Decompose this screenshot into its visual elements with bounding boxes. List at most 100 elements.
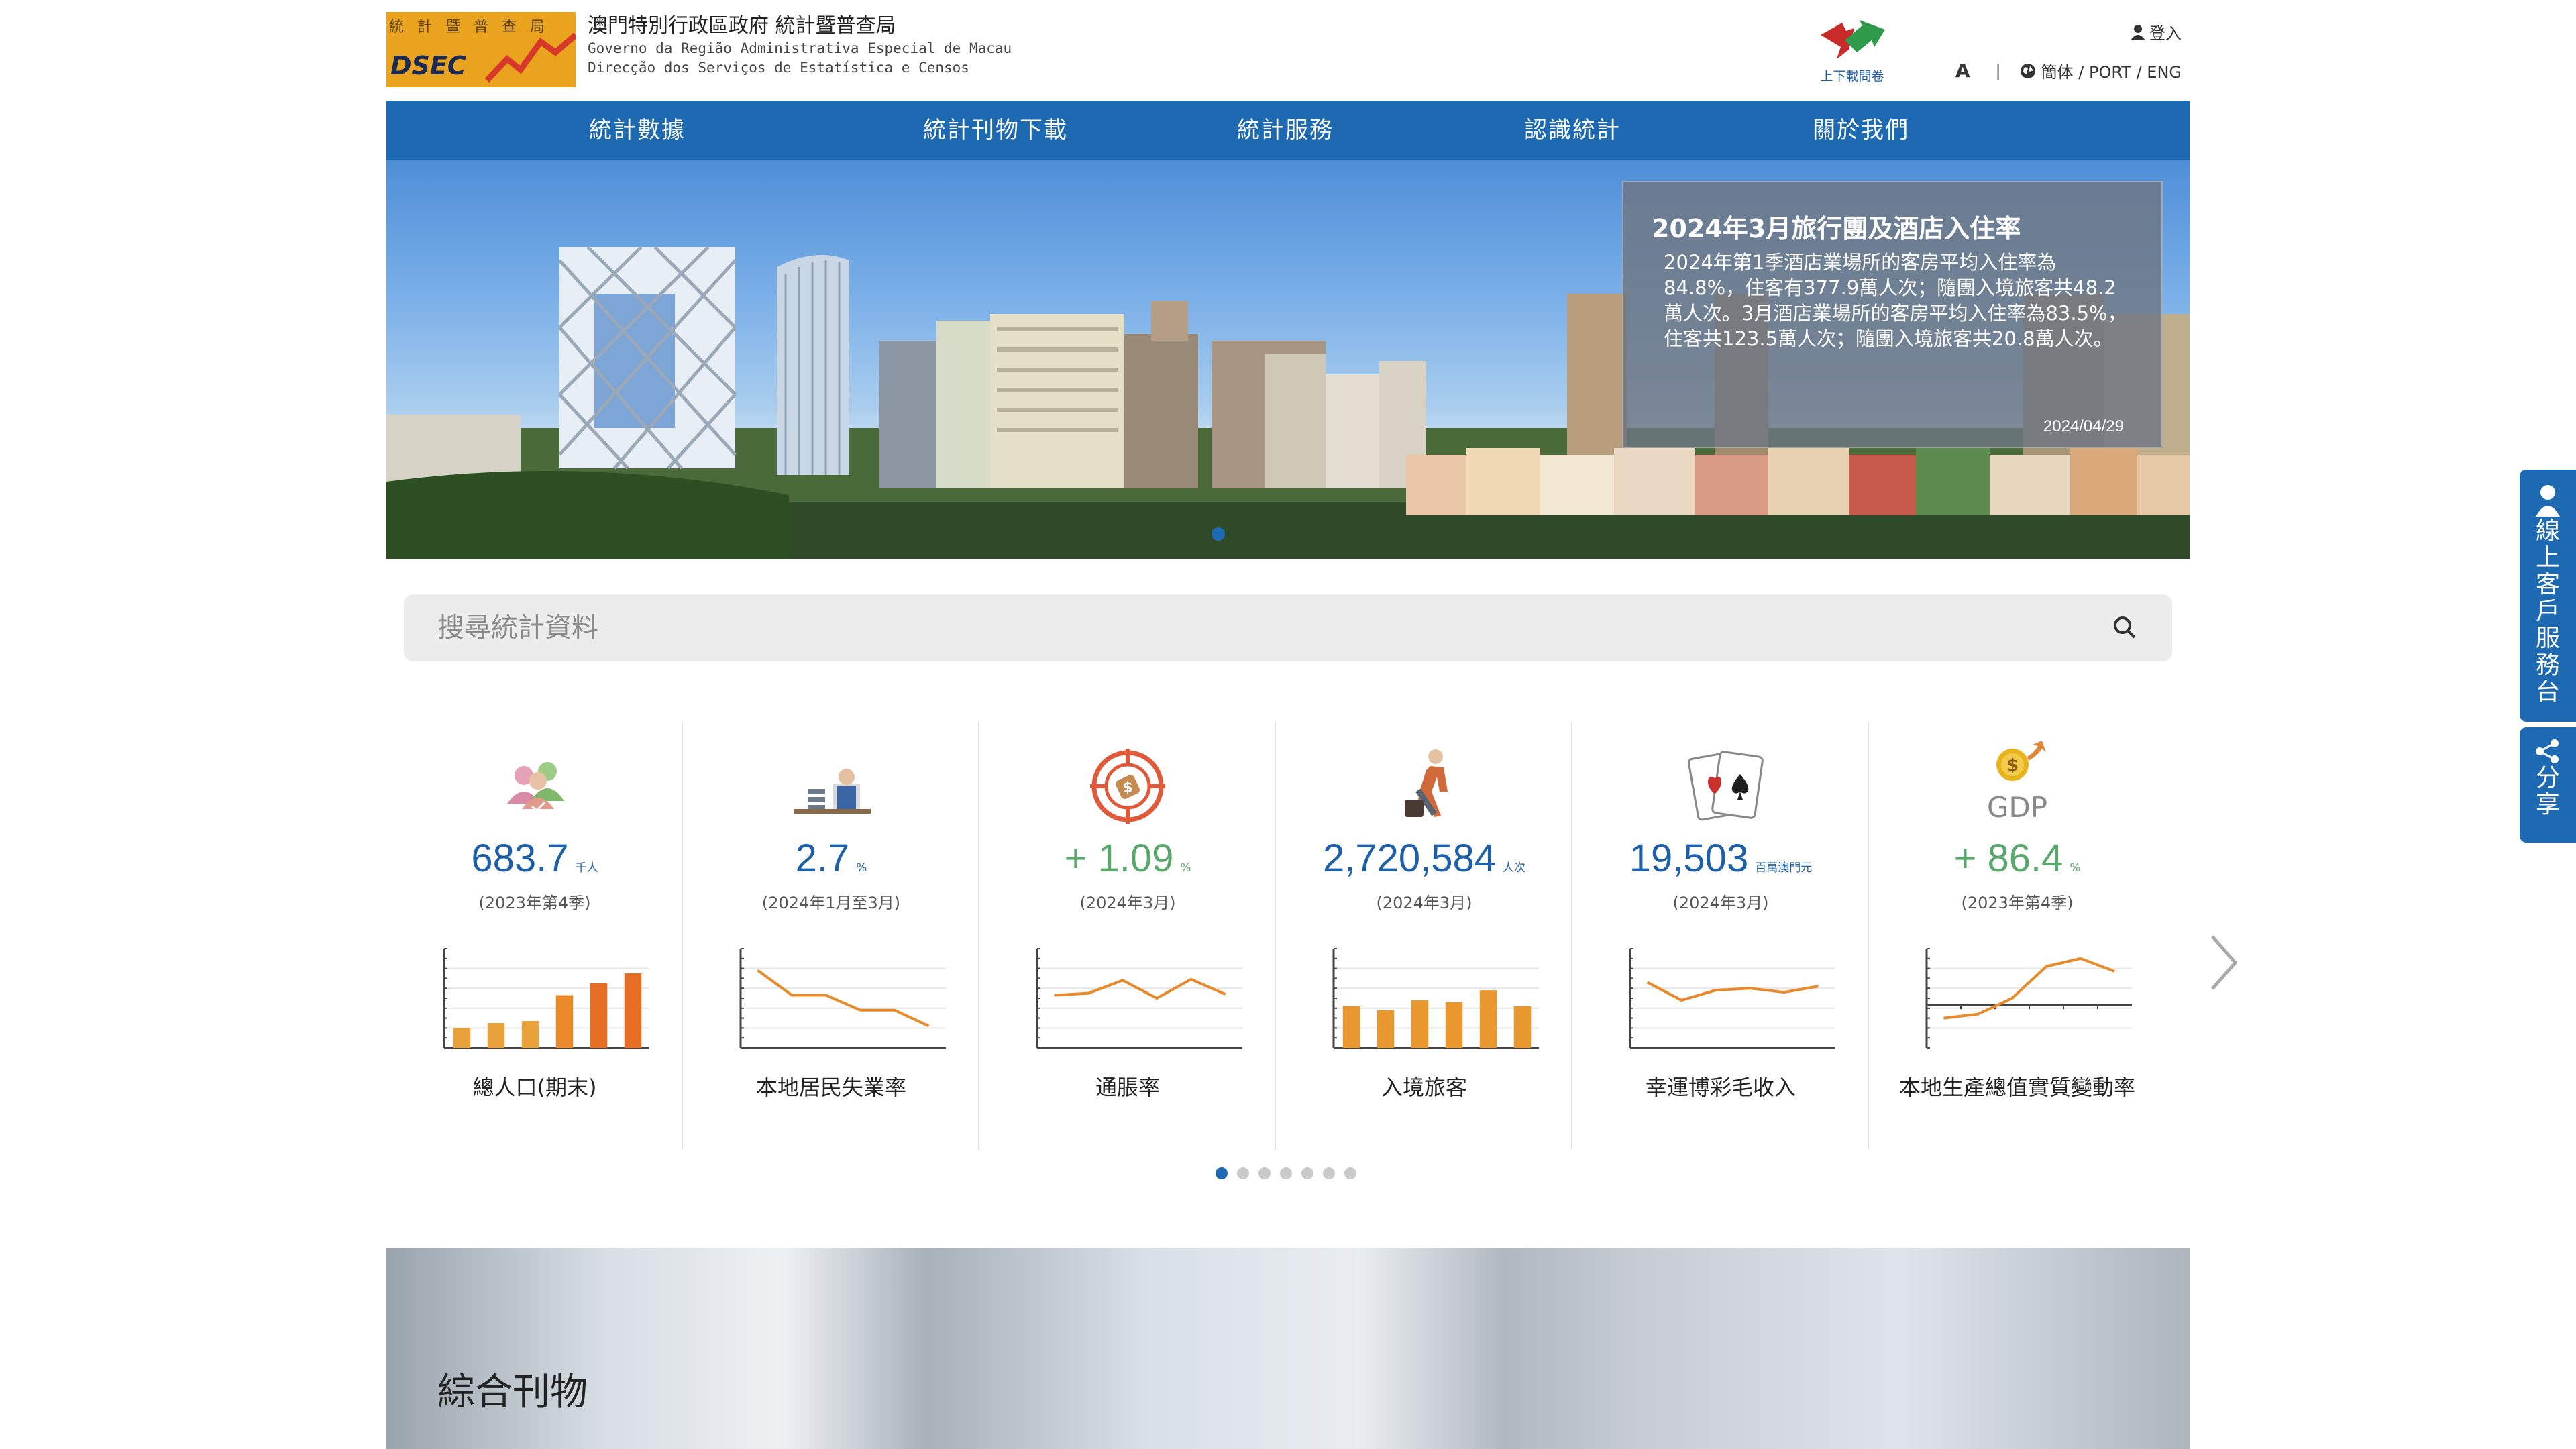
- indicator-period: (2024年3月): [1672, 894, 1769, 912]
- indicator-value: + 1.09: [1064, 837, 1174, 880]
- login-link[interactable]: 登入: [2131, 20, 2182, 44]
- indicator-card-inflation[interactable]: $ + 1.09% (2024年3月) 通脹率: [979, 722, 1276, 1150]
- chart-bar: [521, 1021, 539, 1048]
- visitors-chart: [1332, 948, 1539, 1049]
- traveler-icon: [1405, 749, 1448, 817]
- org-name-zh: 澳門特別行政區政府 統計暨普查局: [588, 14, 896, 38]
- online-help-tab[interactable]: 線上客戶服務台: [2520, 470, 2576, 722]
- news-body: 2024年第1季酒店業場所的客房平均入住率為84.8%，住客有377.9萬人次；…: [1664, 251, 2127, 350]
- indicator-value-row: 2.7%: [683, 836, 979, 881]
- pagination-dot[interactable]: [1237, 1167, 1249, 1179]
- banner-pager-dot[interactable]: [1212, 527, 1225, 541]
- indicator-name: 入境旅客: [1381, 1075, 1467, 1100]
- org-name-pt2: Direcção dos Serviços de Estatística e C…: [588, 60, 969, 76]
- agent-icon: [2536, 485, 2560, 517]
- carousel-pagination: [1216, 1167, 1356, 1179]
- indicator-period: (2024年3月): [1079, 894, 1176, 912]
- indicator-period: (2024年3月): [1376, 894, 1472, 912]
- search-input[interactable]: [437, 594, 2047, 661]
- indicator-name: 本地居民失業率: [755, 1075, 906, 1100]
- share-label: 分享: [2535, 764, 2560, 818]
- indicator-card-gaming[interactable]: 19,503 百萬澳門元 (2024年3月) 幸運博彩毛收入: [1572, 722, 1869, 1150]
- share-tab[interactable]: 分享: [2520, 727, 2576, 843]
- pagination-dot[interactable]: [1301, 1167, 1313, 1179]
- unemployment-chart: [739, 948, 946, 1049]
- nav-item-learn[interactable]: 認識統計: [1524, 101, 1621, 160]
- indicator-value: 2,720,584: [1322, 837, 1497, 880]
- indicator-card-unemployment[interactable]: 2.7% (2024年1月至3月) 本地居民失業率: [683, 722, 979, 1150]
- news-title: 2024年3月旅行團及酒店入住率: [1652, 214, 2021, 244]
- indicator-card-gdp[interactable]: $ GDP + 86.4% (2023年第4季) 本地生產總值實質變動率: [1869, 722, 2165, 1150]
- publications-section: 綜合刊物: [386, 1248, 2190, 1449]
- chart-bar: [590, 983, 608, 1048]
- indicator-unit: 千人: [575, 861, 598, 875]
- font-size-button[interactable]: A: [1955, 60, 1970, 82]
- survey-label: 上下載問卷: [1820, 69, 1884, 84]
- key-indicators: 683.7 千人 (2023年第4季) 總人口(期末) 2.7% (2024年1月…: [386, 722, 2190, 1151]
- indicator-name: 通脹率: [1095, 1075, 1160, 1100]
- online-help-label: 線上客戶服務台: [2535, 517, 2560, 706]
- indicator-period: (2023年第4季): [478, 894, 591, 912]
- news-card[interactable]: 2024年3月旅行團及酒店入住率 2024年第1季酒店業場所的客房平均入住率為8…: [1622, 181, 2163, 448]
- pagination-dot[interactable]: [1344, 1167, 1356, 1179]
- chart-bar: [1342, 1006, 1360, 1048]
- pagination-dot[interactable]: [1216, 1167, 1228, 1179]
- population-icon: [507, 762, 564, 812]
- indicator-value-row: 19,503 百萬澳門元: [1572, 836, 1869, 881]
- nav-item-statistics[interactable]: 統計數據: [589, 101, 686, 160]
- org-names: 澳門特別行政區政府 統計暨普查局 Governo da Região Admin…: [588, 13, 1012, 78]
- publications-title: 綜合刊物: [437, 1371, 588, 1414]
- indicator-period: (2024年1月至3月): [761, 894, 901, 912]
- chart-bar: [1377, 1010, 1395, 1048]
- site-header: 統計暨普查局 DSEC 澳門特別行政區政府 統計暨普查局 Governo da …: [386, 0, 2190, 101]
- svg-text:GDP: GDP: [1987, 791, 2047, 824]
- survey-arrows-icon: [1821, 20, 1885, 59]
- gdp-chart: [1925, 948, 2132, 1049]
- indicator-value: + 86.4: [1953, 837, 2063, 880]
- nav-item-services[interactable]: 統計服務: [1237, 101, 1334, 160]
- chart-line: [757, 969, 930, 1028]
- nav-item-about[interactable]: 關於我們: [1813, 101, 1909, 160]
- pagination-dot[interactable]: [1258, 1167, 1271, 1179]
- indicator-value-row: 683.7 千人: [386, 836, 683, 881]
- indicator-card-population[interactable]: 683.7 千人 (2023年第4季) 總人口(期末): [386, 722, 683, 1150]
- pagination-dot[interactable]: [1323, 1167, 1335, 1179]
- playing-cards-icon: [1687, 751, 1764, 821]
- indicator-value: 683.7: [471, 837, 569, 880]
- survey-download-link[interactable]: 上下載問卷: [1815, 20, 1889, 85]
- logo-chars: 統計暨普查局: [389, 19, 559, 36]
- main-nav: 統計數據 統計刊物下載 統計服務 認識統計 關於我們: [386, 101, 2190, 160]
- gdp-coin-icon: $ GDP: [1987, 741, 2047, 824]
- user-icon: [2131, 24, 2145, 40]
- indicator-unit: 人次: [1503, 861, 1526, 875]
- chart-bar: [453, 1028, 471, 1048]
- share-icon: [2536, 739, 2559, 763]
- chart-bar: [487, 1023, 505, 1048]
- indicator-card-visitors[interactable]: 2,720,584 人次 (2024年3月) 入境旅客: [1276, 722, 1572, 1150]
- pagination-dot[interactable]: [1280, 1167, 1292, 1179]
- indicator-name: 本地生產總值實質變動率: [1898, 1075, 2135, 1100]
- chart-bar: [624, 973, 642, 1048]
- page: { "header": { "logo_chars": "統計暨普查局", "l…: [0, 0, 2576, 1449]
- chart-bar: [1479, 990, 1497, 1048]
- indicator-unit: %: [1180, 861, 1191, 875]
- inflation-chart: [1036, 948, 1242, 1049]
- carousel-next-arrow[interactable]: [2207, 932, 2241, 993]
- chart-bar: [1445, 1002, 1463, 1048]
- chart-bar: [1513, 1006, 1532, 1048]
- search-icon[interactable]: [2113, 616, 2136, 639]
- language-switch[interactable]: 簡体 / PORT / ENG: [2041, 59, 2182, 83]
- indicator-unit: %: [2070, 861, 2081, 875]
- indicator-value: 19,503: [1629, 837, 1749, 880]
- hero-banner[interactable]: 2024年3月旅行團及酒店入住率 2024年第1季酒店業場所的客房平均入住率為8…: [386, 160, 2190, 559]
- login-label: 登入: [2149, 24, 2182, 43]
- dsec-logo[interactable]: 統計暨普查局 DSEC: [386, 12, 576, 87]
- indicator-unit: %: [856, 861, 867, 875]
- divider: |: [1995, 61, 2001, 80]
- chart-bar: [555, 995, 574, 1048]
- indicator-name: 幸運博彩毛收入: [1645, 1075, 1796, 1100]
- org-name-pt1: Governo da Região Administrativa Especia…: [588, 40, 1012, 56]
- svg-text:$: $: [1122, 780, 1132, 796]
- nav-item-publications[interactable]: 統計刊物下載: [923, 101, 1068, 160]
- indicator-name: 總人口(期末): [472, 1075, 597, 1100]
